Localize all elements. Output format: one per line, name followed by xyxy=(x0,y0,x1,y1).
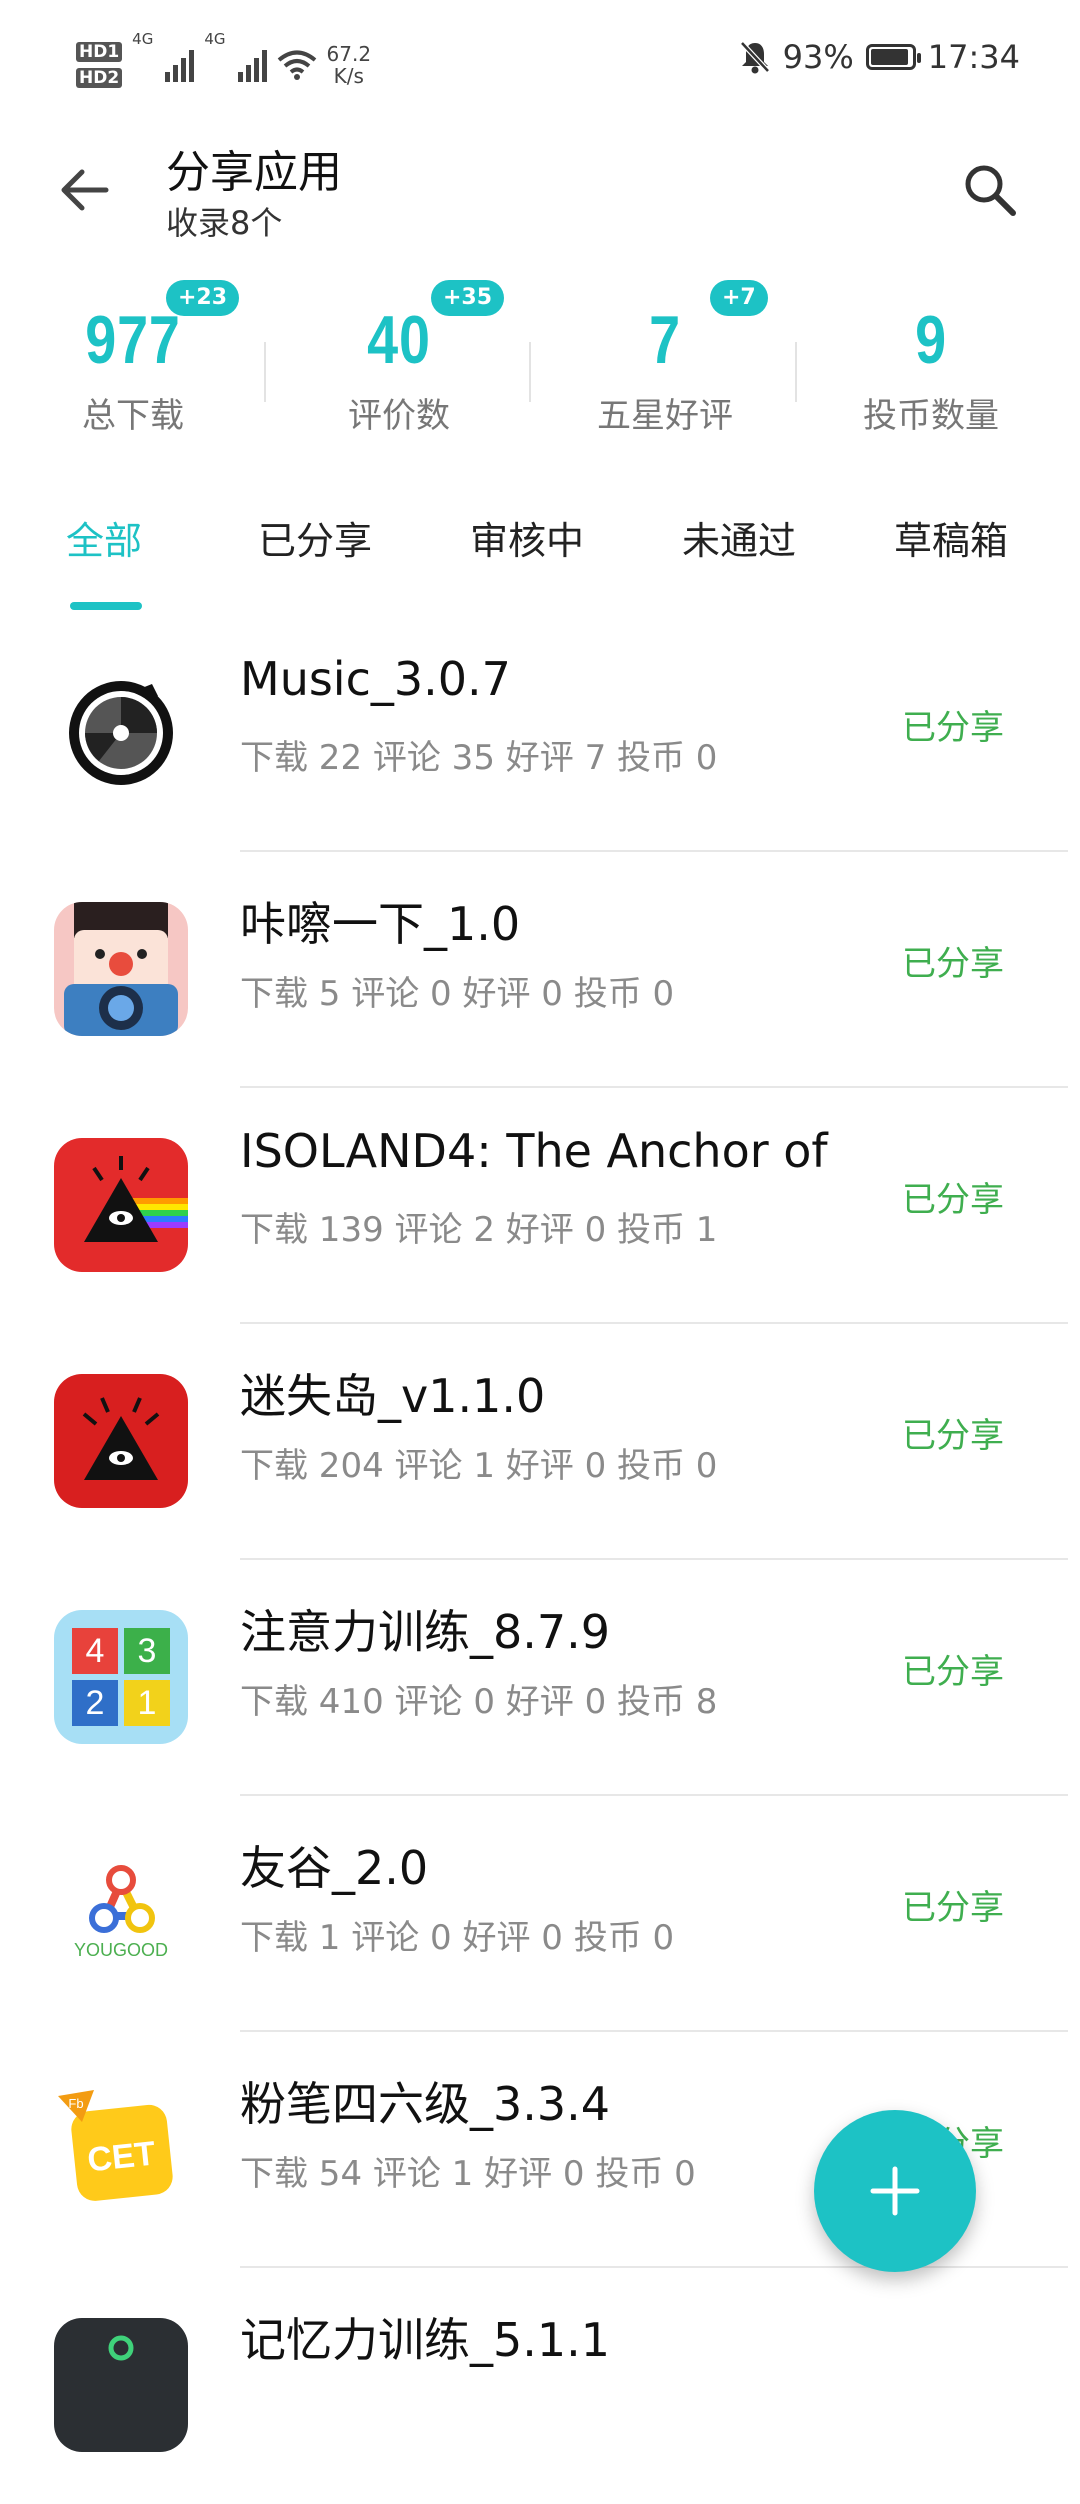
bell-muted-icon xyxy=(739,41,770,74)
page-subtitle: 收录8个 xyxy=(166,204,283,242)
yougood-app-icon: YOUGOOD xyxy=(54,1846,188,1980)
tab-all[interactable]: 全部 xyxy=(66,510,142,565)
hd1-label: HD1 xyxy=(76,42,123,62)
icon-digit: 1 xyxy=(138,1684,157,1722)
tab-shared[interactable]: 已分享 xyxy=(258,510,372,565)
icon-wordmark: CET xyxy=(86,2135,158,2180)
app-stats: 下载 139 评论 2 好评 0 投币 1 xyxy=(240,1210,718,1250)
add-app-button[interactable] xyxy=(814,2110,976,2272)
tab-rejected[interactable]: 未通过 xyxy=(682,510,796,565)
stat-label: 总下载 xyxy=(82,396,184,436)
divider xyxy=(795,342,797,402)
app-list-item[interactable]: 咔嚓一下_1.0 下载 5 评论 0 好评 0 投币 0 已分享 xyxy=(0,852,1080,1088)
app-stats: 下载 5 评论 0 好评 0 投币 0 xyxy=(240,974,675,1014)
search-button[interactable] xyxy=(950,150,1030,230)
speed-unit: K/s xyxy=(333,64,364,88)
icon-digit: 3 xyxy=(138,1632,157,1670)
app-stats: 下载 1 评论 0 好评 0 投币 0 xyxy=(240,1918,675,1958)
status-label: 已分享 xyxy=(902,1888,1004,1928)
icon-corner-text: Fb xyxy=(68,2096,83,2111)
stat-label: 五星好评 xyxy=(597,396,733,436)
wifi-icon xyxy=(277,50,316,80)
stat-badge: +23 xyxy=(166,280,240,316)
tab-indicator xyxy=(70,602,142,610)
stat-label: 评价数 xyxy=(348,396,450,436)
status-label: 已分享 xyxy=(902,1652,1004,1692)
app-name: Music_3.0.7 xyxy=(240,652,511,706)
signal-icon xyxy=(165,48,195,82)
app-stats: 下载 410 评论 0 好评 0 投币 8 xyxy=(240,1682,718,1722)
app-name: 友谷_2.0 xyxy=(240,1841,429,1895)
hd-indicators: HD1 HD2 xyxy=(76,42,123,88)
divider xyxy=(529,342,531,402)
network-speed: 67.2 K/s xyxy=(327,43,372,87)
status-left: HD1 HD2 4G 4G 67.2 K/s xyxy=(76,30,371,100)
status-label: 已分享 xyxy=(902,1416,1004,1456)
hd2-label: HD2 xyxy=(76,68,123,88)
status-right: 93% 17:34 xyxy=(739,38,1020,76)
stat-five-star[interactable]: 7 五星好评 xyxy=(532,300,798,437)
icon-digit: 2 xyxy=(86,1684,105,1722)
status-label: 已分享 xyxy=(902,708,1004,748)
app-stats: 下载 204 评论 1 好评 0 投币 0 xyxy=(240,1446,718,1486)
app-name: ISOLAND4: The Anchor of … xyxy=(240,1124,840,1178)
clock: 17:34 xyxy=(927,38,1020,76)
stat-badge: +7 xyxy=(710,280,768,316)
app-name: 粉笔四六级_3.3.4 xyxy=(240,2077,611,2131)
stat-total-downloads[interactable]: 977 总下载 xyxy=(0,300,266,437)
stat-value: 9 xyxy=(915,302,947,378)
app-name: 注意力训练_8.7.9 xyxy=(240,1605,611,1659)
icon-digit: 4 xyxy=(86,1632,105,1670)
app-list-item[interactable]: 迷失岛_v1.1.0 下载 204 评论 1 好评 0 投币 0 已分享 xyxy=(0,1324,1080,1560)
battery-percent: 93% xyxy=(782,38,854,76)
app-name: 迷失岛_v1.1.0 xyxy=(240,1369,546,1423)
music-app-icon xyxy=(54,666,188,800)
app-name: 记忆力训练_5.1.1 xyxy=(240,2313,611,2367)
app-list-item[interactable]: ISOLAND4: The Anchor of … 下载 139 评论 2 好评… xyxy=(0,1088,1080,1324)
signal-icon xyxy=(237,48,267,82)
back-button[interactable] xyxy=(44,150,124,230)
search-icon xyxy=(965,165,1016,216)
lost-island-app-icon xyxy=(54,1374,188,1508)
attention-training-app-icon: 4 3 2 1 xyxy=(54,1610,188,1744)
network-label-1: 4G xyxy=(132,30,154,48)
network-label-2: 4G xyxy=(204,30,226,48)
camera-app-icon xyxy=(54,902,188,1036)
tab-bar: 全部 已分享 审核中 未通过 草稿箱 xyxy=(0,510,1080,610)
icon-wordmark: YOUGOOD xyxy=(74,1940,168,1960)
app-list-item[interactable]: 4 3 2 1 注意力训练_8.7.9 下载 410 评论 0 好评 0 投币 … xyxy=(0,1560,1080,1796)
stat-badge: +35 xyxy=(431,280,505,316)
tab-reviewing[interactable]: 审核中 xyxy=(470,510,584,565)
app-list-item[interactable]: YOUGOOD 友谷_2.0 下载 1 评论 0 好评 0 投币 0 已分享 xyxy=(0,1796,1080,2032)
app-stats: 下载 22 评论 35 好评 7 投币 0 xyxy=(240,738,718,778)
arrow-left-icon xyxy=(61,169,109,211)
stat-coins[interactable]: 9 投币数量 xyxy=(798,300,1064,437)
plus-icon xyxy=(870,2166,920,2216)
speed-value: 67.2 xyxy=(326,42,372,66)
stats-row: 977 总下载 +23 40 评价数 +35 7 五星好评 +7 9 投币数量 xyxy=(0,280,1080,450)
stat-label: 投币数量 xyxy=(863,396,999,436)
app-list-item[interactable]: Music_3.0.7 下载 22 评论 35 好评 7 投币 0 已分享 xyxy=(0,616,1080,852)
status-bar: HD1 HD2 4G 4G 67.2 K/s 93% 17:34 xyxy=(0,0,1080,120)
stat-reviews[interactable]: 40 评价数 xyxy=(266,300,532,437)
memory-training-app-icon xyxy=(54,2318,188,2452)
status-label: 已分享 xyxy=(902,944,1004,984)
status-label: 已分享 xyxy=(902,1180,1004,1220)
battery-icon xyxy=(865,44,921,70)
app-name: 咔嚓一下_1.0 xyxy=(240,897,521,951)
app-stats: 下载 54 评论 1 好评 0 投币 0 xyxy=(240,2154,696,2194)
tab-drafts[interactable]: 草稿箱 xyxy=(894,510,1008,565)
page-title: 分享应用 xyxy=(166,147,342,198)
app-list-item[interactable]: 记忆力训练_5.1.1 xyxy=(0,2268,1080,2504)
fenbi-cet-app-icon: CET Fb xyxy=(54,2082,188,2216)
isoland4-app-icon xyxy=(54,1138,188,1272)
